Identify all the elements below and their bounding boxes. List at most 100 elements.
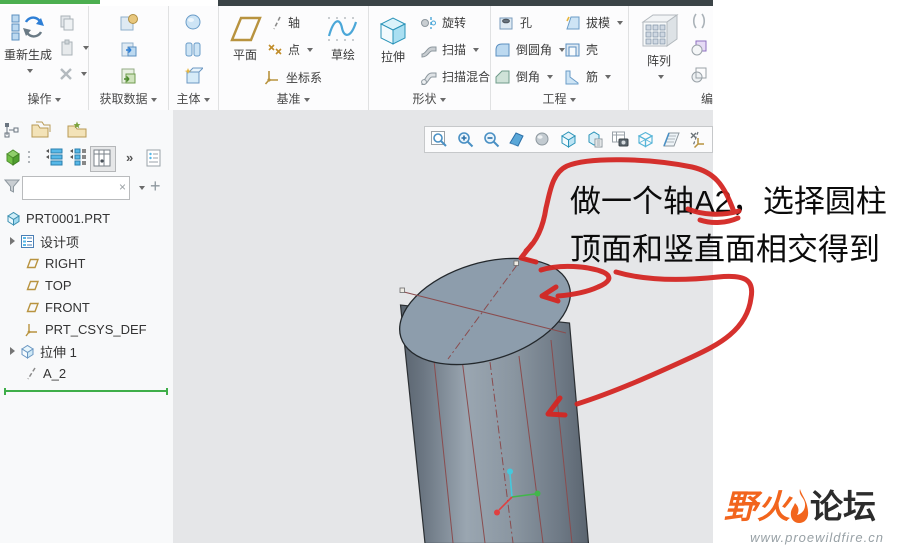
trim-button[interactable] xyxy=(690,39,708,57)
copy-button[interactable] xyxy=(58,14,76,32)
refit-button[interactable] xyxy=(428,128,451,151)
shrinkwrap-button[interactable] xyxy=(118,66,140,88)
draft-caret[interactable] xyxy=(617,20,624,25)
expand-arrow-icon[interactable] xyxy=(10,237,15,245)
zoom-out-button[interactable] xyxy=(480,128,503,151)
watermark-url: www.proewildfire.cn xyxy=(750,530,884,545)
body-sphere-button[interactable] xyxy=(183,12,203,32)
chamfer-button[interactable]: 倒角 xyxy=(494,68,554,85)
tree-filter-input[interactable] xyxy=(26,178,114,198)
rib-button[interactable]: 筋 xyxy=(564,68,612,85)
tree-item-front-plane[interactable]: FRONT xyxy=(25,297,90,317)
group-label-shapes[interactable]: 形状 xyxy=(368,90,490,107)
repaint-icon xyxy=(509,132,525,147)
group-label-edit[interactable]: 编 xyxy=(628,90,713,107)
more-tools-chevron[interactable]: » xyxy=(126,150,133,165)
datum-plane-button[interactable]: 平面 xyxy=(224,14,266,63)
group-label-get-data[interactable]: 获取数据 xyxy=(88,90,168,107)
hole-button[interactable]: 孔 xyxy=(498,14,532,31)
mirror-button[interactable] xyxy=(690,12,708,30)
pattern-icon xyxy=(641,14,679,47)
graphics-area[interactable] xyxy=(173,110,713,543)
tree-filters-button[interactable] xyxy=(90,146,116,172)
sweep-caret[interactable] xyxy=(473,47,480,52)
window-top-green-strip xyxy=(0,0,100,4)
datum-display-button[interactable] xyxy=(686,128,709,151)
delete-icon xyxy=(60,68,72,80)
datum-point-button[interactable]: 点 xyxy=(266,41,314,58)
filter-add-button[interactable]: + xyxy=(150,176,161,197)
tree-item-extrude-1[interactable]: 拉伸 1 xyxy=(10,341,77,361)
datum-handle[interactable] xyxy=(513,260,519,266)
capture-button[interactable] xyxy=(609,128,632,151)
ribbon-group-datum: 平面 轴 点 坐标系 草绘 基准 xyxy=(218,6,369,110)
regenerate-caret[interactable] xyxy=(26,68,33,73)
filter-dropdown-caret[interactable] xyxy=(139,186,145,190)
tree-item-csys[interactable]: PRT_CSYS_DEF xyxy=(25,319,147,339)
saved-orientations-button[interactable] xyxy=(557,128,580,151)
perspective-button[interactable] xyxy=(635,128,658,151)
part-mode-icon[interactable] xyxy=(4,148,22,166)
rib-caret[interactable] xyxy=(605,74,612,79)
paste-button[interactable] xyxy=(58,39,89,57)
sketch-button[interactable]: 草绘 xyxy=(322,14,364,63)
filter-funnel-icon[interactable] xyxy=(4,178,20,194)
annotation-text: 做一个轴A2，选择圆柱 顶面和竖直面相交得到 xyxy=(570,178,887,274)
point-caret[interactable] xyxy=(307,47,314,52)
regenerate-button[interactable]: 重新生成 xyxy=(2,10,54,77)
repaint-button[interactable] xyxy=(505,128,528,151)
ribbon-group-engineering: 孔 倒圆角 倒角 拔模 壳 筋 工程 xyxy=(490,6,629,110)
draft-button[interactable]: 拔模 xyxy=(564,14,624,31)
delete-caret[interactable] xyxy=(81,72,87,76)
draft-label: 拔模 xyxy=(586,16,611,30)
expand-arrow-icon[interactable] xyxy=(10,347,15,355)
filter-clear-icon[interactable]: × xyxy=(119,180,126,194)
model-tree-tab-icon[interactable] xyxy=(30,120,52,140)
datum-handle[interactable] xyxy=(399,287,405,293)
datum-axis-button[interactable]: 轴 xyxy=(270,14,300,31)
section-button[interactable] xyxy=(660,128,683,151)
tree-item-part-root[interactable]: PRT0001.PRT xyxy=(6,208,110,228)
favorites-tab-icon[interactable] xyxy=(66,120,88,140)
csys-label: 坐标系 xyxy=(286,70,323,85)
capture-icon xyxy=(611,131,629,147)
round-button[interactable]: 倒圆角 xyxy=(494,41,566,58)
delete-button[interactable] xyxy=(58,66,87,82)
chamfer-label: 倒角 xyxy=(516,70,541,84)
body-pair-button[interactable] xyxy=(183,39,203,59)
insert-here-indicator[interactable] xyxy=(4,388,168,395)
tree-item-top-plane[interactable]: TOP xyxy=(25,275,72,295)
import-button[interactable] xyxy=(118,12,140,34)
pattern-caret[interactable] xyxy=(657,74,664,79)
tree-columns-icon[interactable] xyxy=(68,148,88,166)
shell-button[interactable]: 壳 xyxy=(564,41,598,58)
new-body-button[interactable] xyxy=(183,66,203,86)
group-label-datum[interactable]: 基准 xyxy=(218,90,368,107)
view-manager-button[interactable] xyxy=(583,128,606,151)
settings-doc-icon[interactable] xyxy=(144,148,164,168)
tree-view-icon[interactable] xyxy=(4,122,20,138)
extrude-button[interactable]: 拉伸 xyxy=(372,14,414,65)
revolve-button[interactable]: 旋转 xyxy=(420,14,466,31)
tree-item-right-plane[interactable]: RIGHT xyxy=(25,253,85,273)
sketch-label: 草绘 xyxy=(330,48,355,62)
mirror-icon xyxy=(692,13,706,29)
group-label-body[interactable]: 主体 xyxy=(168,90,218,107)
chamfer-caret[interactable] xyxy=(547,74,554,79)
merge-button[interactable] xyxy=(690,66,708,84)
tree-list-icon[interactable] xyxy=(44,148,64,166)
zoom-in-button[interactable] xyxy=(454,128,477,151)
group-label-engineering[interactable]: 工程 xyxy=(490,90,628,107)
display-style-button[interactable] xyxy=(531,128,554,151)
merge-icon xyxy=(691,67,707,83)
tree-item-design-items[interactable]: 设计项 xyxy=(10,231,79,251)
model-cylinder[interactable] xyxy=(173,110,713,543)
annotation-line-1: 做一个轴A2，选择圆柱 xyxy=(570,184,887,219)
swept-blend-button[interactable]: 扫描混合 xyxy=(420,68,490,85)
sweep-button[interactable]: 扫描 xyxy=(420,41,480,58)
tree-item-axis-a2[interactable]: A_2 xyxy=(25,363,66,383)
datum-csys-button[interactable]: 坐标系 xyxy=(264,68,322,86)
copy-geometry-button[interactable] xyxy=(118,39,140,61)
pattern-button[interactable]: 阵列 xyxy=(636,12,682,83)
group-label-operations[interactable]: 操作 xyxy=(0,90,88,107)
